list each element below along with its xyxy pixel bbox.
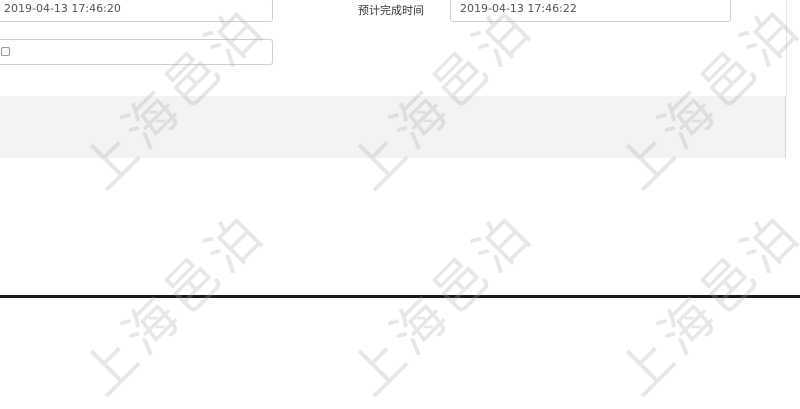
checkbox-field	[0, 39, 273, 65]
watermark: 上海邑泊	[607, 201, 800, 408]
estimated-completion-time-field[interactable]: 2019-04-13 17:46:22	[450, 0, 731, 22]
start-time-field[interactable]: 2019-04-13 17:46:20	[0, 0, 273, 22]
watermark: 上海邑泊	[71, 201, 278, 408]
watermark: 上海邑泊	[339, 201, 546, 408]
estimated-completion-time-label: 预计完成时间	[358, 4, 424, 17]
panel-border	[786, 0, 787, 96]
checkbox[interactable]	[1, 47, 10, 56]
form-footer-band	[0, 96, 786, 158]
